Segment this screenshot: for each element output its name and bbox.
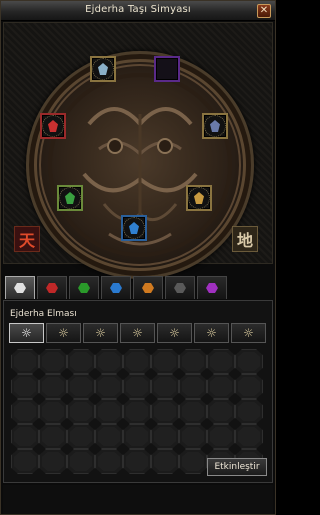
inventory-slot[interactable] bbox=[39, 399, 67, 424]
tab-red[interactable] bbox=[37, 276, 67, 299]
inventory-slot[interactable] bbox=[39, 424, 67, 449]
inventory-slot[interactable] bbox=[207, 374, 235, 399]
inventory-slot[interactable] bbox=[95, 374, 123, 399]
close-button[interactable]: ✕ bbox=[257, 4, 271, 18]
inventory-slot[interactable] bbox=[11, 399, 39, 424]
inventory-slot[interactable] bbox=[67, 424, 95, 449]
inventory-slot[interactable] bbox=[95, 399, 123, 424]
inventory-slot[interactable] bbox=[235, 424, 263, 449]
gem-slot-bottom-left[interactable] bbox=[57, 185, 83, 211]
type-filter-button[interactable]: ☼ bbox=[157, 323, 192, 343]
type-filter-button[interactable]: ☼ bbox=[120, 323, 155, 343]
inventory-slot[interactable] bbox=[11, 349, 39, 374]
tab-purple[interactable] bbox=[197, 276, 227, 299]
blue-gem-icon bbox=[110, 283, 122, 293]
activate-button[interactable]: Etkinleştir bbox=[207, 458, 267, 476]
gem-slot-top-right[interactable] bbox=[154, 56, 180, 82]
inventory-slot[interactable] bbox=[95, 349, 123, 374]
inventory-slot[interactable] bbox=[11, 374, 39, 399]
inventory-slot[interactable] bbox=[123, 424, 151, 449]
inventory-slot[interactable] bbox=[67, 349, 95, 374]
inventory-slot[interactable] bbox=[123, 449, 151, 474]
gem-slot-left[interactable] bbox=[40, 113, 66, 139]
dragon-stone-alchemy-window: Ejderha Taşı Simyası ✕ 天 地 Ejderha Elmas… bbox=[0, 0, 276, 515]
inventory-slot[interactable] bbox=[123, 374, 151, 399]
altar-disc bbox=[26, 51, 254, 279]
gem-slot-right[interactable] bbox=[202, 113, 228, 139]
heaven-rune-icon: 天 bbox=[14, 226, 40, 252]
inventory-slot[interactable] bbox=[123, 399, 151, 424]
inventory-slot[interactable] bbox=[207, 399, 235, 424]
orange-gem-icon bbox=[142, 283, 154, 293]
inventory-slot[interactable] bbox=[11, 449, 39, 474]
inventory-slot[interactable] bbox=[95, 424, 123, 449]
inventory-slot[interactable] bbox=[95, 449, 123, 474]
alchemy-altar-panel: 天 地 bbox=[3, 22, 273, 279]
inventory-slot[interactable] bbox=[235, 374, 263, 399]
inventory-slot[interactable] bbox=[67, 399, 95, 424]
type-filter-button[interactable]: ☼ bbox=[194, 323, 229, 343]
white-gem-icon bbox=[14, 283, 26, 293]
inventory-slot[interactable] bbox=[11, 424, 39, 449]
window-footer bbox=[3, 485, 273, 514]
tab-blue[interactable] bbox=[101, 276, 131, 299]
type-filter-button[interactable]: ☼ bbox=[83, 323, 118, 343]
inventory-slot[interactable] bbox=[151, 374, 179, 399]
inventory-slot[interactable] bbox=[179, 349, 207, 374]
inventory-slot[interactable] bbox=[39, 374, 67, 399]
inventory-slot[interactable] bbox=[207, 424, 235, 449]
inventory-slot[interactable] bbox=[235, 349, 263, 374]
section-label: Ejderha Elması bbox=[10, 309, 77, 319]
tab-green[interactable] bbox=[69, 276, 99, 299]
inventory-slot[interactable] bbox=[39, 349, 67, 374]
gem-slot-bottom-right[interactable] bbox=[186, 185, 212, 211]
inventory-slot[interactable] bbox=[179, 424, 207, 449]
altar-carving bbox=[39, 64, 241, 266]
black-gem-icon bbox=[174, 283, 186, 293]
type-filter-button[interactable]: ☼ bbox=[9, 323, 44, 343]
gem-slot-bottom[interactable] bbox=[121, 215, 147, 241]
tab-black[interactable] bbox=[165, 276, 195, 299]
inventory-slot[interactable] bbox=[67, 449, 95, 474]
inventory-grid bbox=[11, 349, 267, 475]
inventory-slot[interactable] bbox=[179, 449, 207, 474]
window-title: Ejderha Taşı Simyası bbox=[85, 4, 191, 15]
inventory-slot[interactable] bbox=[207, 349, 235, 374]
inventory-slot[interactable] bbox=[151, 449, 179, 474]
inventory-slot[interactable] bbox=[235, 399, 263, 424]
type-filter-button[interactable]: ☼ bbox=[231, 323, 266, 343]
purple-gem-icon bbox=[206, 283, 218, 293]
tab-all[interactable] bbox=[5, 276, 35, 299]
title-bar[interactable]: Ejderha Taşı Simyası ✕ bbox=[1, 1, 275, 21]
type-filter-button[interactable]: ☼ bbox=[46, 323, 81, 343]
inventory-slot[interactable] bbox=[123, 349, 151, 374]
tab-orange[interactable] bbox=[133, 276, 163, 299]
gem-category-tabs bbox=[3, 276, 273, 300]
inventory-slot[interactable] bbox=[39, 449, 67, 474]
inventory-slot[interactable] bbox=[151, 349, 179, 374]
inventory-slot[interactable] bbox=[67, 374, 95, 399]
inventory-slot[interactable] bbox=[151, 424, 179, 449]
inventory-slot[interactable] bbox=[179, 374, 207, 399]
inventory-slot[interactable] bbox=[151, 399, 179, 424]
earth-rune-icon: 地 bbox=[232, 226, 258, 252]
inventory-slot[interactable] bbox=[179, 399, 207, 424]
gem-slot-top-left[interactable] bbox=[90, 56, 116, 82]
red-gem-icon bbox=[46, 283, 58, 293]
gem-type-filter-row: ☼ ☼ ☼ ☼ ☼ ☼ ☼ bbox=[9, 323, 267, 345]
inventory-panel: Ejderha Elması ☼ ☼ ☼ ☼ ☼ ☼ ☼ Etkinleştir bbox=[3, 300, 273, 483]
green-gem-icon bbox=[78, 283, 90, 293]
